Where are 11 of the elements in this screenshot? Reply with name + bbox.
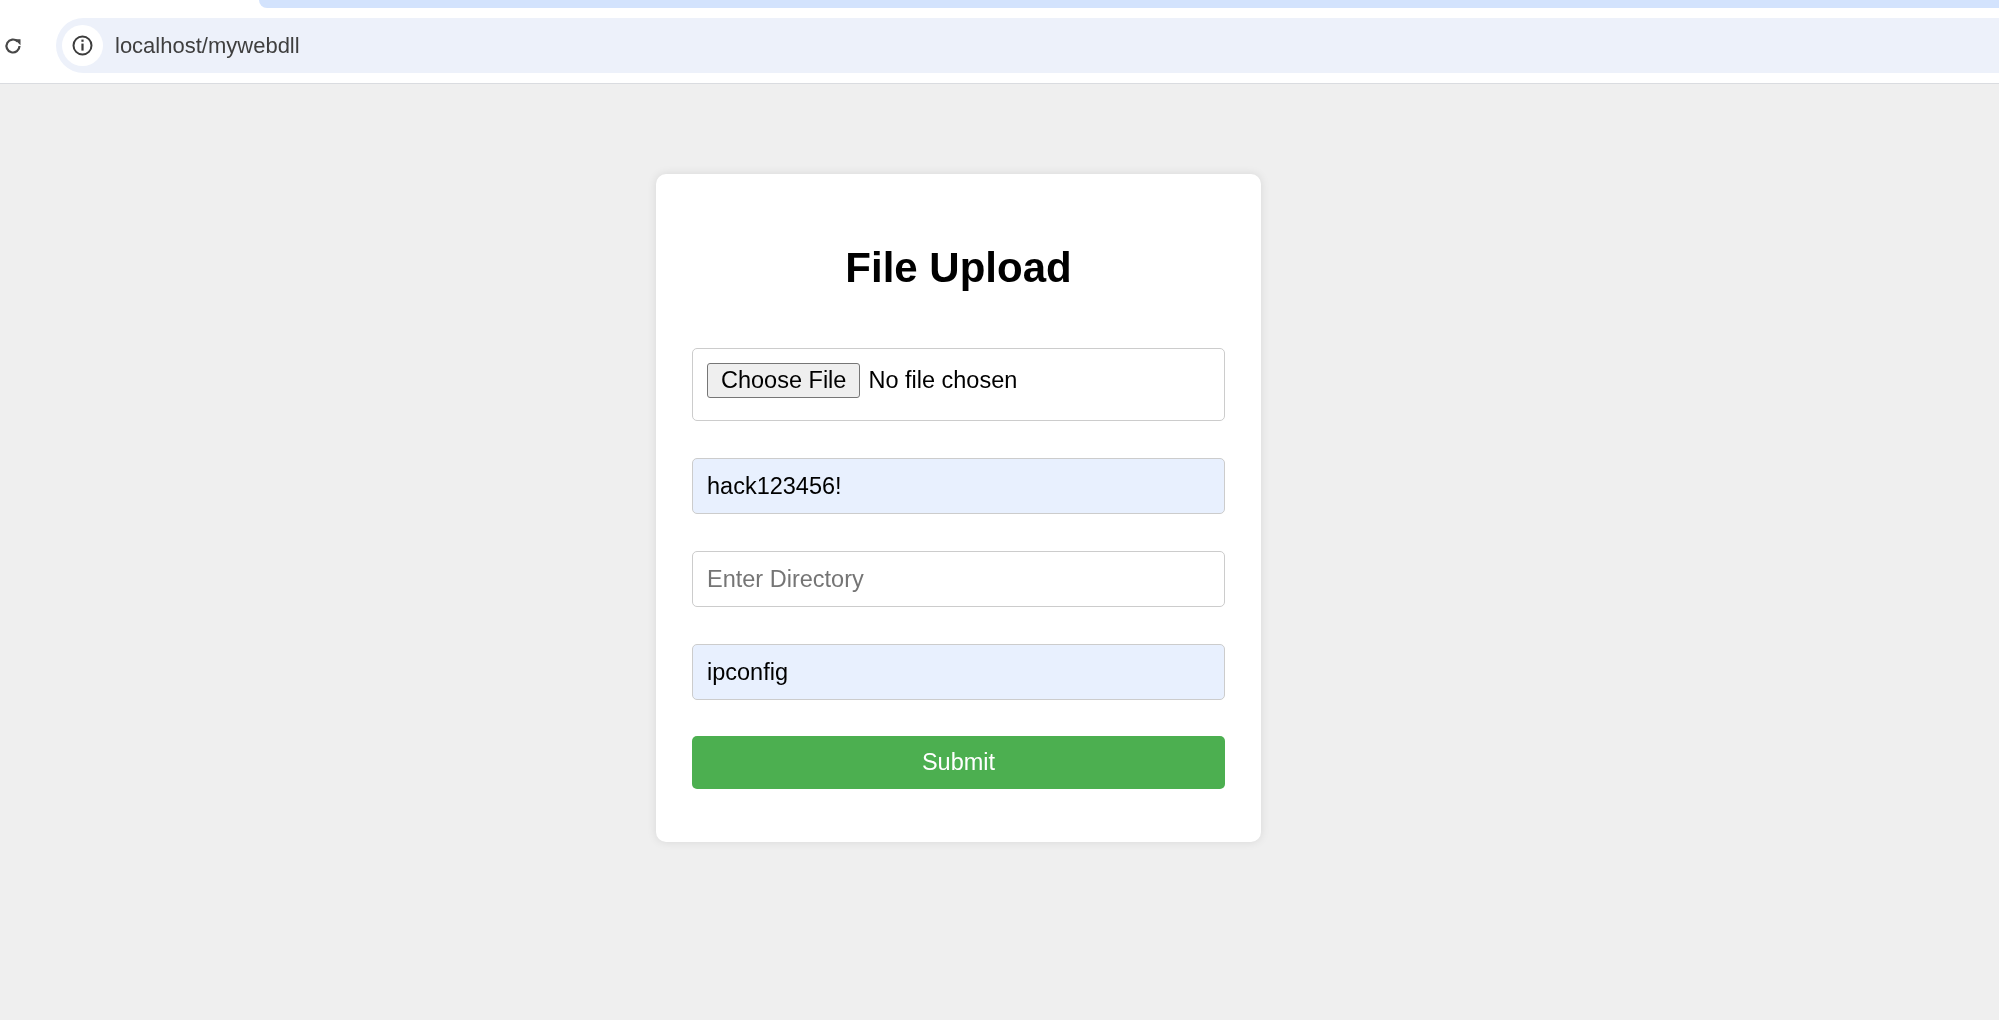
input-field[interactable]: hack123456! xyxy=(692,458,1225,514)
choose-file-button[interactable]: Choose File xyxy=(707,363,861,398)
input-field[interactable]: Enter Directory xyxy=(692,551,1225,607)
url-text: localhost/mywebdll xyxy=(115,32,300,60)
address-bar[interactable]: localhost/mywebdll xyxy=(56,18,1999,73)
info-icon[interactable] xyxy=(62,25,103,66)
form-title: File Upload xyxy=(844,244,1073,292)
file-input-field[interactable]: Choose File No file chosen xyxy=(692,348,1225,421)
reload-icon[interactable] xyxy=(3,35,23,56)
file-status-text: No file chosen xyxy=(868,365,1018,395)
input-field[interactable]: ipconfig xyxy=(692,644,1225,700)
